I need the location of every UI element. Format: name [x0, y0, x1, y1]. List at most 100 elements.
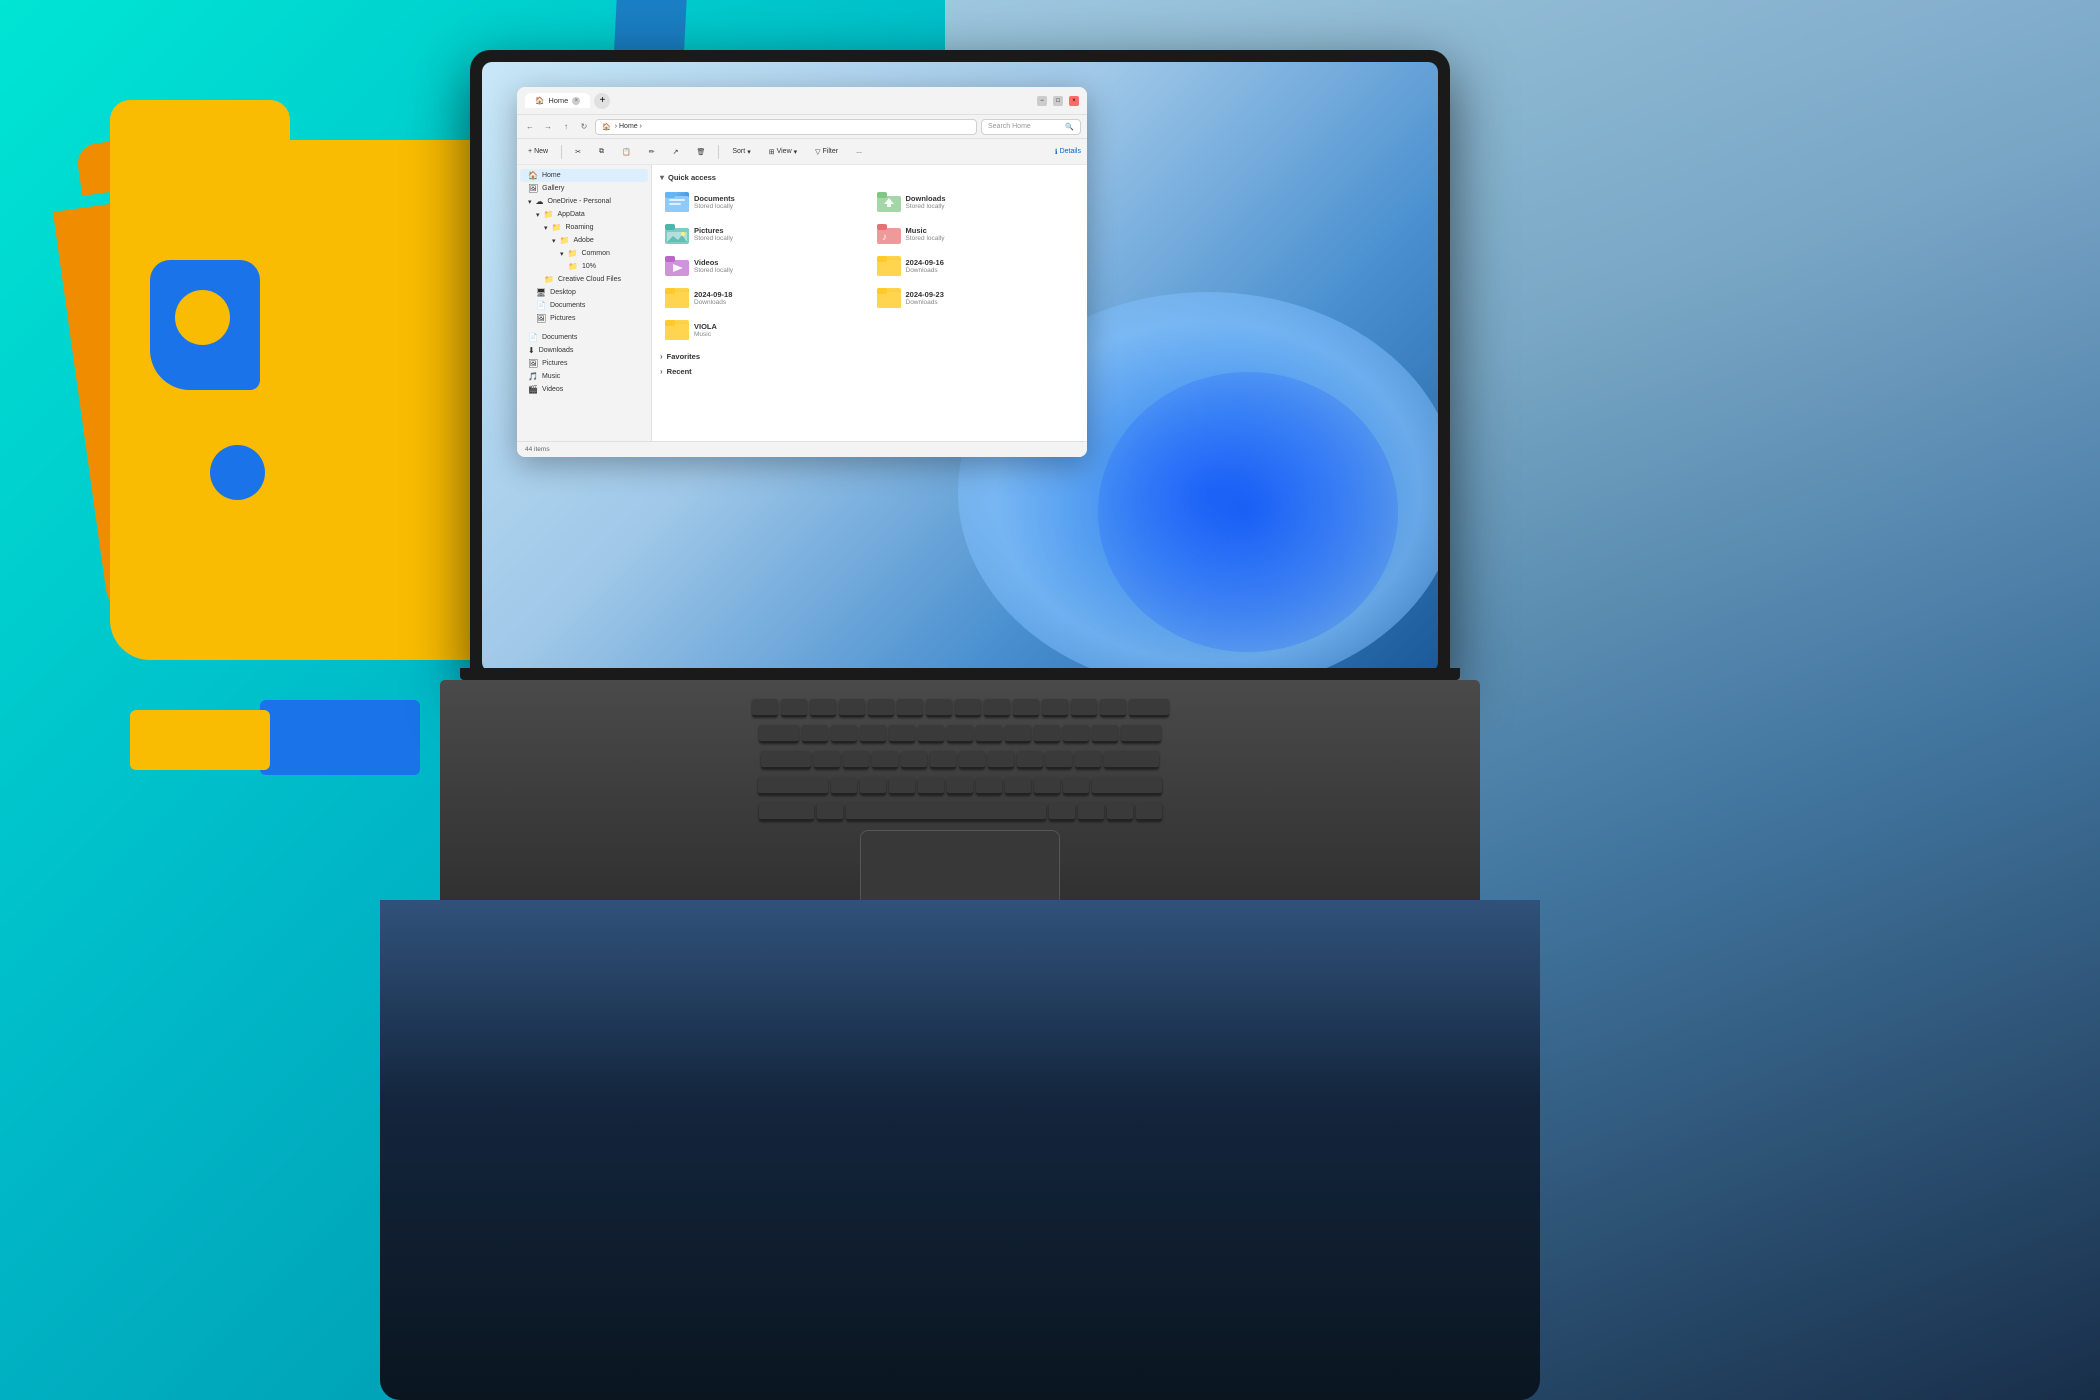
view-btn[interactable]: ⊞ View ▾ — [764, 146, 802, 158]
sidebar-item-videos[interactable]: 🎬 Videos — [520, 383, 648, 396]
maximize-btn[interactable]: □ — [1053, 96, 1063, 106]
tab-home[interactable]: 🏠 Home × — [525, 93, 590, 108]
folder-2024-09-18[interactable]: 2024-09-18 Downloads — [660, 284, 868, 312]
sidebar-item-adobe[interactable]: ▾ 📁 Adobe — [520, 234, 648, 247]
key[interactable] — [897, 699, 923, 717]
minimize-btn[interactable]: − — [1037, 96, 1047, 106]
key[interactable] — [1121, 725, 1161, 743]
key[interactable] — [752, 699, 778, 717]
key[interactable] — [1063, 725, 1089, 743]
favorites-toggle[interactable]: › — [660, 352, 663, 361]
quick-access-toggle[interactable]: ▾ — [660, 173, 664, 182]
key[interactable] — [1034, 777, 1060, 795]
paste-btn[interactable]: 📋 — [617, 146, 636, 158]
folder-downloads[interactable]: Downloads Stored locally — [872, 188, 1080, 216]
copy-btn[interactable]: ⧉ — [594, 146, 609, 158]
forward-btn[interactable]: → — [541, 120, 555, 134]
key[interactable] — [1005, 725, 1031, 743]
folder-2024-09-16[interactable]: 2024-09-16 Downloads — [872, 252, 1080, 280]
sidebar-item-pictures2[interactable]: 🖼 Pictures — [520, 357, 648, 370]
sidebar-item-appdata[interactable]: ▾ 📁 AppData — [520, 208, 648, 221]
key[interactable] — [918, 725, 944, 743]
key[interactable] — [1071, 699, 1097, 717]
key[interactable] — [860, 725, 886, 743]
key[interactable] — [1092, 777, 1162, 795]
sidebar-item-home[interactable]: 🏠 Home — [520, 169, 648, 182]
close-btn[interactable]: × — [1069, 96, 1079, 106]
key[interactable] — [976, 777, 1002, 795]
new-tab-btn[interactable]: + — [594, 93, 610, 109]
sidebar-item-common[interactable]: ▾ 📁 Common — [520, 247, 648, 260]
key[interactable] — [872, 751, 898, 769]
key[interactable] — [1049, 803, 1075, 821]
sidebar-item-docs[interactable]: 📄 Documents — [520, 299, 648, 312]
key[interactable] — [802, 725, 828, 743]
key[interactable] — [976, 725, 1002, 743]
key[interactable] — [1136, 803, 1162, 821]
key[interactable] — [1046, 751, 1072, 769]
tab-close-btn[interactable]: × — [572, 97, 580, 105]
key[interactable] — [984, 699, 1010, 717]
refresh-btn[interactable]: ↻ — [577, 120, 591, 134]
sidebar-item-desktop[interactable]: 🖥 Desktop — [520, 286, 648, 299]
more-btn[interactable]: ... — [851, 146, 867, 157]
sidebar-item-documents2[interactable]: 📄 Documents — [520, 331, 648, 344]
key[interactable] — [947, 777, 973, 795]
key[interactable] — [839, 699, 865, 717]
key[interactable] — [959, 751, 985, 769]
key[interactable] — [758, 777, 828, 795]
sidebar-item-downloads[interactable]: ⬇ Downloads — [520, 344, 648, 357]
key[interactable] — [1078, 803, 1104, 821]
key[interactable] — [1107, 803, 1133, 821]
folder-pictures[interactable]: Pictures Stored locally — [660, 220, 868, 248]
share-btn[interactable]: ↗ — [668, 146, 684, 158]
folder-music[interactable]: ♪ Music Stored locally — [872, 220, 1080, 248]
key[interactable] — [889, 725, 915, 743]
key[interactable] — [1005, 777, 1031, 795]
key[interactable] — [860, 777, 886, 795]
key[interactable] — [1075, 751, 1101, 769]
key[interactable] — [1063, 777, 1089, 795]
key[interactable] — [1104, 751, 1159, 769]
key[interactable] — [817, 803, 843, 821]
key[interactable] — [918, 777, 944, 795]
sidebar-item-pics[interactable]: 🖼 Pictures — [520, 312, 648, 325]
key[interactable] — [889, 777, 915, 795]
key[interactable] — [831, 725, 857, 743]
key[interactable] — [814, 751, 840, 769]
sidebar-item-gallery[interactable]: 🖼 Gallery — [520, 182, 648, 195]
sidebar-item-creative[interactable]: 📁 Creative Cloud Files — [520, 273, 648, 286]
key[interactable] — [1034, 725, 1060, 743]
key[interactable] — [843, 751, 869, 769]
key[interactable] — [868, 699, 894, 717]
key[interactable] — [926, 699, 952, 717]
key[interactable] — [831, 777, 857, 795]
filter-btn[interactable]: ▽ Filter — [810, 146, 843, 158]
sidebar-item-onedrive[interactable]: ▾ ☁ OneDrive - Personal — [520, 195, 648, 208]
key[interactable] — [1042, 699, 1068, 717]
key[interactable] — [759, 803, 814, 821]
key[interactable] — [955, 699, 981, 717]
key[interactable] — [759, 725, 799, 743]
details-btn[interactable]: ℹ Details — [1055, 148, 1081, 156]
sort-btn[interactable]: Sort ▾ — [727, 146, 755, 158]
folder-viola[interactable]: VIOLA Music — [660, 316, 868, 344]
sidebar-item-music[interactable]: 🎵 Music — [520, 370, 648, 383]
folder-2024-09-23[interactable]: 2024-09-23 Downloads — [872, 284, 1080, 312]
recent-toggle[interactable]: › — [660, 367, 663, 376]
up-btn[interactable]: ↑ — [559, 120, 573, 134]
explorer-window[interactable]: 🏠 Home × + − □ × — [517, 87, 1087, 457]
cut-btn[interactable]: ✂ — [570, 146, 586, 158]
folder-documents[interactable]: Documents Stored locally — [660, 188, 868, 216]
rename-btn[interactable]: ✏ — [644, 146, 660, 158]
sidebar-item-10pct[interactable]: 📁 10% — [520, 260, 648, 273]
key[interactable] — [810, 699, 836, 717]
address-path[interactable]: 🏠 › Home › — [595, 119, 977, 135]
key[interactable] — [781, 699, 807, 717]
delete-btn[interactable]: 🗑 — [691, 146, 710, 158]
search-box[interactable]: Search Home 🔍 — [981, 119, 1081, 135]
key[interactable] — [1092, 725, 1118, 743]
spacebar[interactable] — [846, 803, 1046, 821]
key[interactable] — [901, 751, 927, 769]
sidebar-item-roaming[interactable]: ▾ 📁 Roaming — [520, 221, 648, 234]
